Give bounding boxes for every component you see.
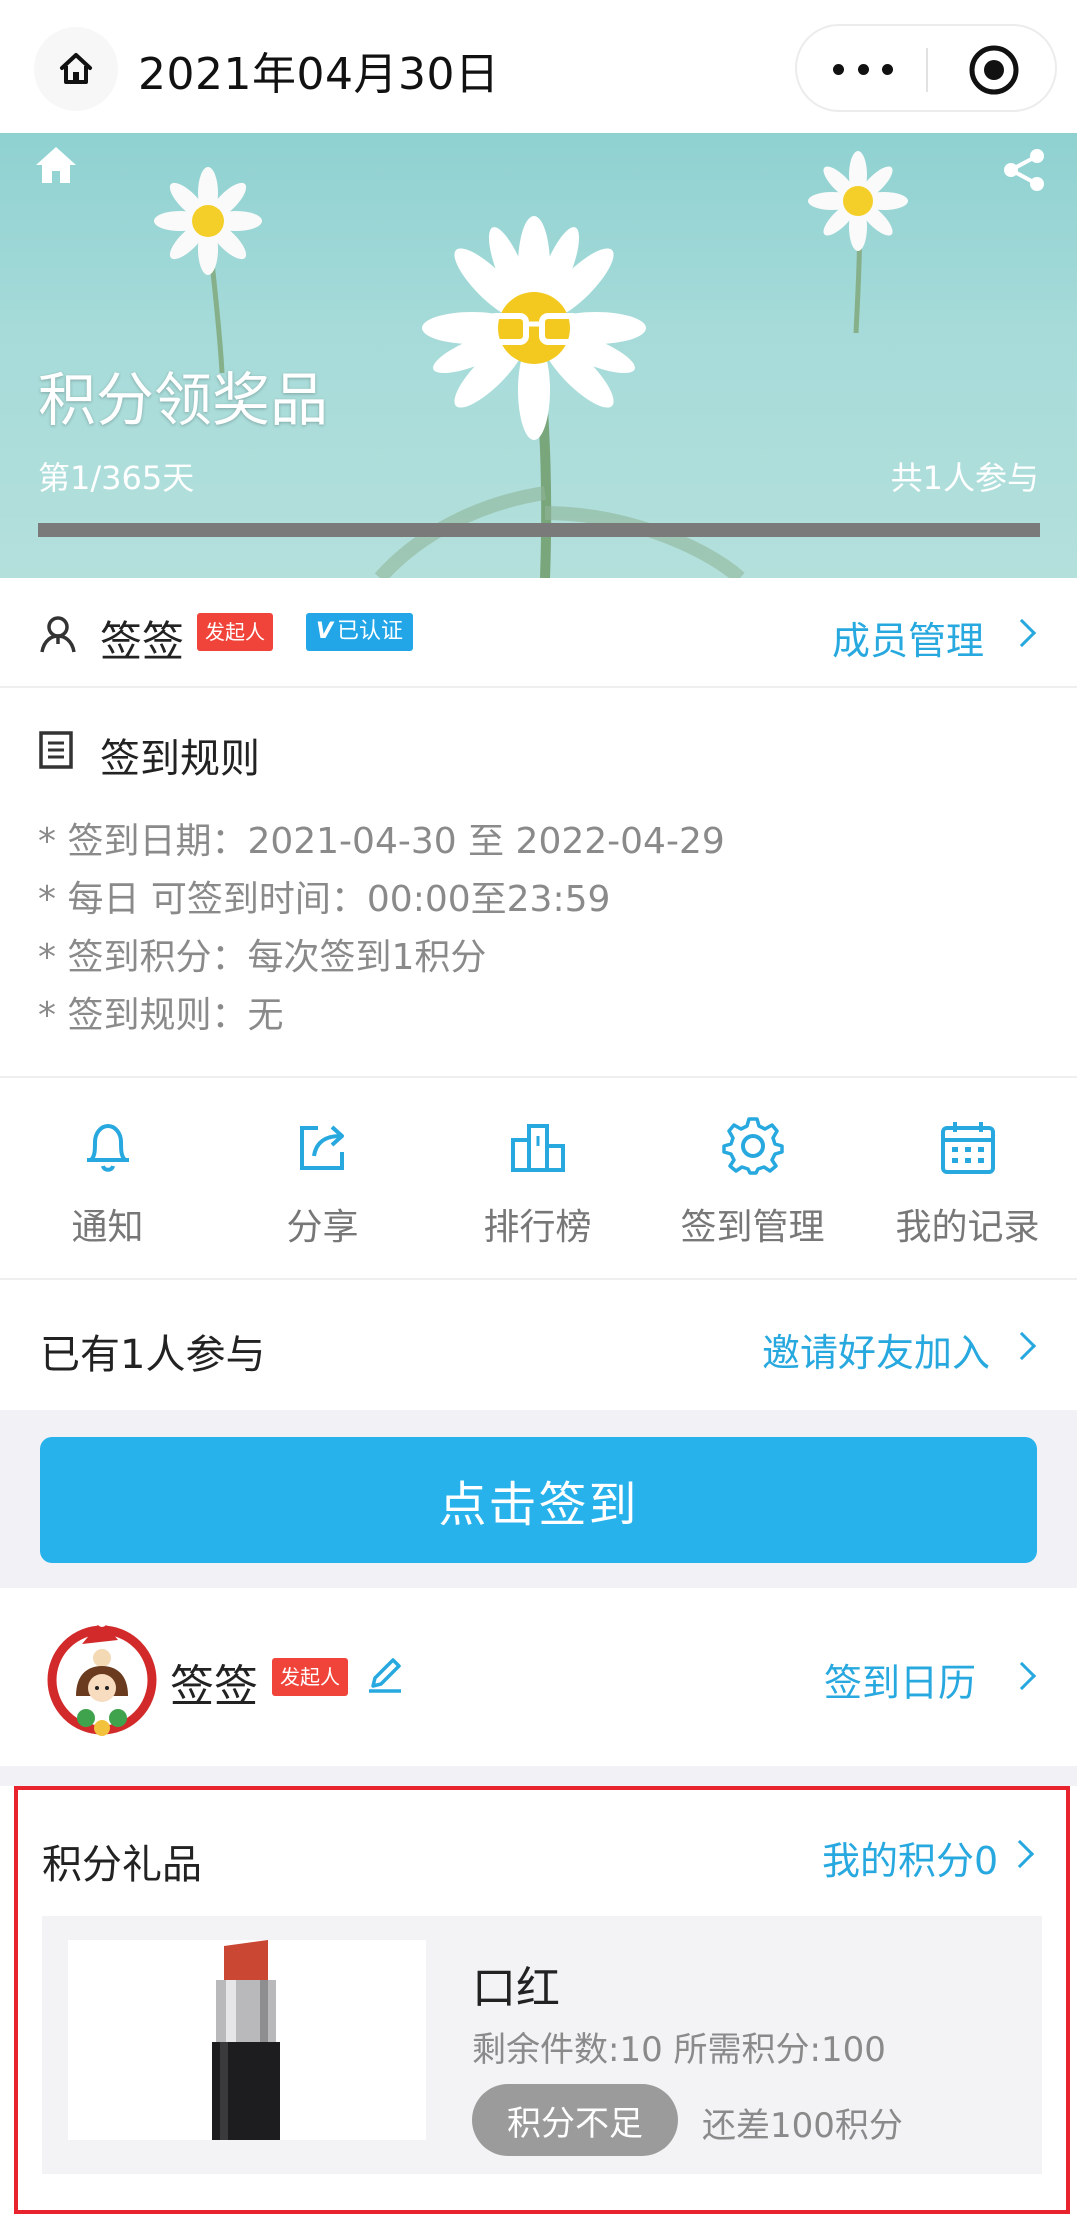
rules-title: 签到规则 [100, 736, 260, 782]
points-shortfall: 还差100积分 [702, 2106, 903, 2146]
gear-icon [722, 1117, 784, 1175]
section-gap [0, 1766, 1077, 1786]
rules-section: 签到规则 * 签到日期：2021-04-30 至 2022-04-29 * 每日… [0, 690, 1077, 1078]
page-title: 2021年04月30日 [138, 49, 500, 100]
ranking-icon [511, 1124, 565, 1172]
participants-text: 已有1人参与 [40, 1332, 266, 1378]
verified-badge-label: 已认证 [337, 619, 404, 644]
owner-name: 签签 [100, 617, 185, 666]
gift-image [68, 1940, 426, 2140]
insufficient-points-button[interactable]: 积分不足 [472, 2084, 678, 2156]
initiator-badge: 发起人 [272, 1658, 348, 1696]
more-dot-icon [857, 63, 869, 75]
home-button[interactable] [34, 27, 118, 111]
participants-row: 已有1人参与 邀请好友加入 [0, 1282, 1077, 1410]
chevron-right-icon [1007, 1661, 1037, 1691]
share-icon [300, 1125, 344, 1170]
action-share[interactable]: 分享 [215, 1078, 430, 1280]
share-icon[interactable] [1001, 147, 1047, 193]
banner: 积分领奖品 第1/365天 共1人参与 [0, 133, 1077, 578]
checkin-band: 点击签到 [0, 1410, 1077, 1588]
participant-count: 共1人参与 [890, 459, 1039, 497]
invite-friends-link[interactable]: 邀请好友加入 [762, 1322, 990, 1377]
chevron-right-icon [1007, 1331, 1037, 1361]
activity-title: 积分领奖品 [38, 366, 329, 434]
more-dot-icon [833, 63, 844, 75]
chevron-right-icon [1005, 1839, 1035, 1869]
owner-row: 签签 发起人 V 已认证 成员管理 [0, 578, 1077, 688]
member-manage-link[interactable]: 成员管理 [832, 610, 984, 665]
action-label: 排行榜 [483, 1207, 592, 1248]
rule-line: * 每日 可签到时间：00:00至23:59 [38, 879, 611, 920]
action-ranking[interactable]: 排行榜 [430, 1078, 645, 1280]
action-notify[interactable]: 通知 [0, 1078, 215, 1280]
action-grid: 通知 分享 排行榜 签到管理 我的记录 [0, 1078, 1077, 1280]
bell-icon [87, 1124, 129, 1172]
checkin-calendar-link[interactable]: 签到日历 [824, 1652, 976, 1707]
action-label: 通知 [71, 1207, 144, 1248]
person-icon [40, 616, 76, 653]
gifts-title: 积分礼品 [42, 1842, 202, 1888]
rule-line: * 签到日期：2021-04-30 至 2022-04-29 [38, 821, 725, 862]
banner-home-icon[interactable] [34, 145, 78, 185]
action-label: 签到管理 [680, 1207, 825, 1248]
action-checkin-manage[interactable]: 签到管理 [645, 1078, 860, 1280]
progress-bar [38, 523, 1040, 537]
document-icon [39, 731, 73, 769]
chevron-right-icon [1007, 618, 1037, 648]
home-icon [60, 53, 92, 84]
checkin-button[interactable]: 点击签到 [40, 1437, 1037, 1563]
rule-line: * 签到积分：每次签到1积分 [38, 937, 487, 978]
verified-badge: V 已认证 [306, 613, 414, 651]
action-my-records[interactable]: 我的记录 [860, 1078, 1075, 1280]
points-gifts-section: 积分礼品 我的积分0 口红 剩余件数:10 所需积分:100 积分不足 还差10… [14, 1786, 1070, 2214]
edit-icon[interactable] [365, 1650, 405, 1694]
initiator-badge: 发起人 [197, 613, 273, 651]
lipstick-icon [212, 1940, 280, 2140]
rule-line: * 签到规则：无 [38, 995, 284, 1036]
verified-check-icon: V [316, 619, 334, 644]
action-label: 我的记录 [895, 1207, 1040, 1248]
more-button[interactable] [833, 54, 893, 84]
capsule-divider [926, 48, 928, 92]
user-name: 签签 [170, 1661, 258, 1712]
gift-card[interactable]: 口红 剩余件数:10 所需积分:100 积分不足 还差100积分 [42, 1916, 1042, 2174]
gift-stock-and-cost: 剩余件数:10 所需积分:100 [472, 2030, 886, 2070]
day-progress-text: 第1/365天 [38, 459, 195, 497]
more-dot-icon [882, 63, 893, 75]
avatar[interactable] [46, 1618, 162, 1742]
gift-name: 口红 [472, 1963, 560, 2014]
action-label: 分享 [286, 1207, 359, 1248]
calendar-icon [941, 1122, 995, 1174]
close-target-icon[interactable] [967, 43, 1021, 97]
my-points-link[interactable]: 我的积分0 [822, 1830, 998, 1885]
user-row: 签签 发起人 签到日历 [0, 1588, 1077, 1766]
mini-program-capsule [795, 24, 1057, 112]
top-bar: 2021年04月30日 [0, 0, 1077, 133]
